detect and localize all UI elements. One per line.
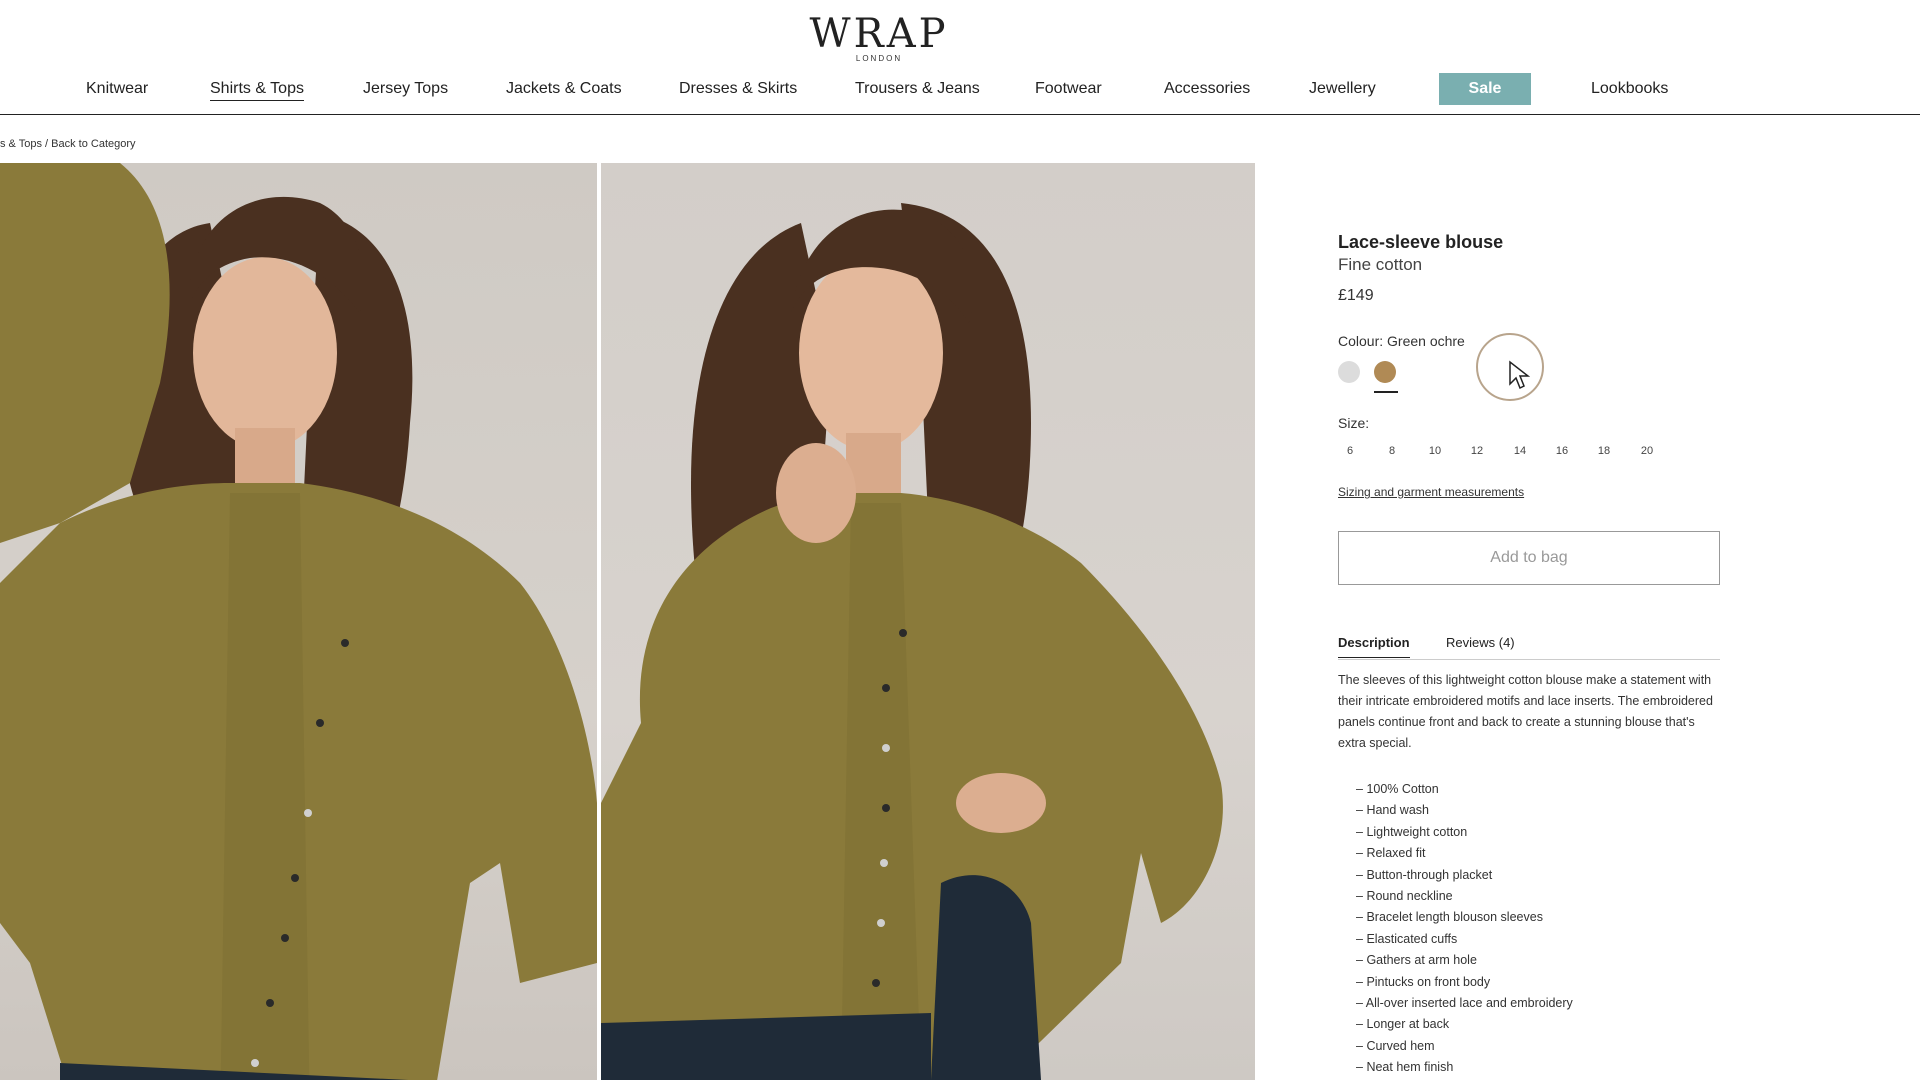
- size-selector: 6 8 10 12 14 16 18 20: [1338, 445, 1722, 465]
- product-description: The sleeves of this lightweight cotton b…: [1338, 673, 1713, 750]
- main-nav: Knitwear Shirts & Tops Jersey Tops Jacke…: [0, 73, 1920, 105]
- brand-sub: LONDON: [855, 54, 903, 63]
- swatch-green-ochre[interactable]: [1374, 361, 1396, 383]
- size-option-18[interactable]: 18: [1592, 445, 1616, 457]
- nav-item-footwear[interactable]: Footwear: [1035, 74, 1102, 104]
- product-title: Lace-sleeve blouse: [1338, 232, 1504, 252]
- nav-item-lookbooks[interactable]: Lookbooks: [1591, 74, 1668, 104]
- sizing-measurements-link[interactable]: Sizing and garment measurements: [1338, 485, 1524, 499]
- size-option-16[interactable]: 16: [1550, 445, 1574, 457]
- nav-item-sale[interactable]: Sale: [1439, 73, 1531, 105]
- feature-item: 100% Cotton: [1356, 779, 1722, 800]
- nav-item-knitwear[interactable]: Knitwear: [86, 74, 148, 104]
- nav-item-jackets-coats[interactable]: Jackets & Coats: [506, 74, 622, 104]
- feature-item: Lightweight cotton: [1356, 822, 1722, 843]
- feature-item: Round neckline: [1356, 886, 1722, 907]
- feature-item: Curved hem: [1356, 1036, 1722, 1057]
- feature-item: Bracelet length blouson sleeves: [1356, 907, 1722, 928]
- nav-item-dresses-skirts[interactable]: Dresses & Skirts: [679, 74, 797, 104]
- feature-item: Hand wash: [1356, 800, 1722, 821]
- size-label: Size:: [1338, 415, 1370, 431]
- product-info-panel: Lace-sleeve blouse Fine cotton £149 Colo…: [1338, 232, 1722, 1079]
- mouse-cursor-icon: [1509, 360, 1530, 390]
- feature-item: Relaxed fit: [1356, 843, 1722, 864]
- feature-item: All-over inserted lace and embroidery: [1356, 993, 1722, 1014]
- size-option-12[interactable]: 12: [1465, 445, 1489, 457]
- model-illustration-2: [601, 203, 1223, 1080]
- size-option-10[interactable]: 10: [1423, 445, 1447, 457]
- size-option-8[interactable]: 8: [1380, 445, 1404, 457]
- size-option-6[interactable]: 6: [1338, 445, 1362, 457]
- nav-item-trousers-jeans[interactable]: Trousers & Jeans: [855, 74, 980, 104]
- breadcrumb[interactable]: s & Tops / Back to Category: [0, 138, 136, 150]
- size-option-14[interactable]: 14: [1508, 445, 1532, 457]
- swatch-light-grey[interactable]: [1338, 361, 1360, 383]
- colour-swatches: [1338, 333, 1722, 401]
- add-to-bag-button[interactable]: Add to bag: [1338, 531, 1720, 585]
- feature-list: 100% Cotton Hand wash Lightweight cotton…: [1356, 779, 1722, 1079]
- tab-reviews[interactable]: Reviews (4): [1446, 635, 1515, 657]
- tab-description[interactable]: Description: [1338, 635, 1410, 658]
- feature-item: Button-through placket: [1356, 865, 1722, 886]
- product-image-2[interactable]: [601, 163, 1255, 1080]
- feature-item: Pintucks on front body: [1356, 972, 1722, 993]
- nav-item-jewellery[interactable]: Jewellery: [1309, 74, 1376, 104]
- feature-item: Gathers at arm hole: [1356, 950, 1722, 971]
- model-illustration-1: [0, 163, 597, 1080]
- brand-logo[interactable]: WRAP LONDON: [0, 12, 1758, 63]
- product-subtitle: Fine cotton: [1338, 255, 1423, 274]
- feature-item: Longer at back: [1356, 1014, 1722, 1035]
- size-option-20[interactable]: 20: [1635, 445, 1659, 457]
- selected-swatch-underline: [1374, 391, 1398, 393]
- site-header: WRAP LONDON Knitwear Shirts & Tops Jerse…: [0, 0, 1920, 115]
- product-image-1[interactable]: [0, 163, 597, 1080]
- nav-item-jersey-tops[interactable]: Jersey Tops: [363, 74, 448, 104]
- brand-name: WRAP: [809, 11, 949, 57]
- product-tabs: Description Reviews (4): [1338, 635, 1720, 660]
- nav-item-shirts-tops[interactable]: Shirts & Tops: [210, 74, 304, 104]
- feature-item: Elasticated cuffs: [1356, 929, 1722, 950]
- product-price: £149: [1338, 287, 1374, 304]
- feature-item: Neat hem finish: [1356, 1057, 1722, 1078]
- nav-item-accessories[interactable]: Accessories: [1164, 74, 1250, 104]
